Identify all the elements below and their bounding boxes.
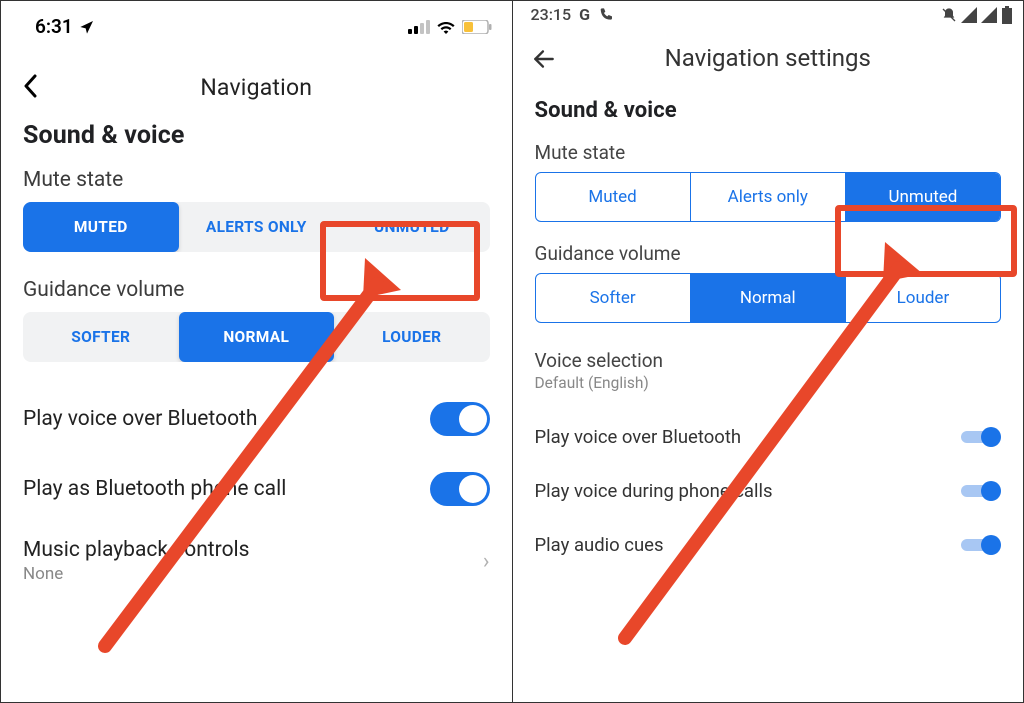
bt-call-toggle[interactable]	[430, 472, 490, 506]
battery-icon	[462, 20, 492, 34]
play-during-calls-row[interactable]: Play voice during phone calls	[513, 464, 1024, 518]
play-over-bluetooth-row[interactable]: Play voice over Bluetooth	[1, 384, 512, 454]
page-title: Navigation	[200, 74, 312, 101]
row-text: Play voice during phone calls	[535, 480, 773, 502]
guidance-volume-selector[interactable]: SOFTER NORMAL LOUDER	[23, 312, 490, 362]
mute-icon	[941, 7, 957, 23]
mute-option-alerts[interactable]: Alerts only	[690, 173, 845, 221]
chevron-left-icon	[23, 74, 37, 98]
ios-time: 6:31	[35, 15, 73, 38]
row-text: Play voice over Bluetooth	[23, 407, 258, 431]
android-time: 23:15	[531, 5, 572, 24]
voice-selection-row[interactable]: Voice selection Default (English)	[513, 343, 1024, 410]
voice-selection-label: Voice selection	[535, 349, 1002, 372]
back-button[interactable]	[531, 46, 557, 76]
phone-calls-toggle[interactable]	[961, 481, 1001, 501]
row-text: Play audio cues	[535, 534, 664, 556]
mute-option-alerts[interactable]: ALERTS ONLY	[179, 202, 335, 252]
section-heading: Sound & voice	[513, 92, 1024, 141]
music-playback-value: None	[23, 564, 250, 584]
music-playback-label: Music playback controls	[23, 538, 250, 562]
guidance-volume-selector[interactable]: Softer Normal Louder	[535, 273, 1002, 323]
volume-option-normal[interactable]: Normal	[690, 274, 845, 322]
signal-icon	[981, 7, 997, 23]
back-button[interactable]	[23, 74, 37, 105]
mute-state-selector[interactable]: Muted Alerts only Unmuted	[535, 172, 1002, 222]
ios-status-bar: 6:31	[1, 1, 512, 44]
ios-screen: 6:31 Navigation Sound & voice Mute state…	[1, 1, 512, 702]
row-text: Play voice over Bluetooth	[535, 426, 742, 448]
mute-option-unmuted[interactable]: UNMUTED	[334, 202, 490, 252]
play-audio-cues-row[interactable]: Play audio cues	[513, 518, 1024, 572]
android-status-bar: 23:15 G	[513, 1, 1024, 24]
mute-state-selector[interactable]: MUTED ALERTS ONLY UNMUTED	[23, 202, 490, 252]
voice-selection-value: Default (English)	[535, 374, 1002, 392]
bluetooth-toggle[interactable]	[430, 402, 490, 436]
volume-option-softer[interactable]: Softer	[536, 274, 690, 322]
mute-option-muted[interactable]: MUTED	[23, 202, 179, 252]
guidance-volume-label: Guidance volume	[513, 242, 1024, 273]
volume-option-louder[interactable]: LOUDER	[334, 312, 490, 362]
google-icon: G	[579, 5, 590, 24]
volume-option-normal[interactable]: NORMAL	[179, 312, 335, 362]
android-nav-header: Navigation settings	[513, 24, 1024, 92]
android-screen: 23:15 G Navigation settings Sound & voic…	[512, 1, 1024, 702]
ios-nav-header: Navigation	[1, 44, 512, 121]
row-text: Play as Bluetooth phone call	[23, 477, 286, 501]
page-title: Navigation settings	[665, 44, 871, 72]
wifi-icon	[436, 20, 456, 34]
guidance-volume-label: Guidance volume	[1, 274, 512, 312]
audio-cues-toggle[interactable]	[961, 535, 1001, 555]
play-over-bluetooth-row[interactable]: Play voice over Bluetooth	[513, 410, 1024, 464]
arrow-left-icon	[531, 46, 557, 72]
mute-option-unmuted[interactable]: Unmuted	[845, 173, 1000, 221]
network-icon	[961, 7, 977, 23]
battery-icon	[1001, 6, 1013, 24]
volume-option-softer[interactable]: SOFTER	[23, 312, 179, 362]
cell-signal-icon	[408, 20, 430, 34]
volume-option-louder[interactable]: Louder	[845, 274, 1000, 322]
bluetooth-toggle[interactable]	[961, 427, 1001, 447]
play-as-bt-call-row[interactable]: Play as Bluetooth phone call	[1, 454, 512, 524]
phone-icon	[598, 7, 614, 23]
location-icon	[79, 19, 95, 35]
mute-state-label: Mute state	[513, 141, 1024, 172]
music-playback-row[interactable]: Music playback controls None ›	[1, 524, 512, 598]
section-heading: Sound & voice	[1, 121, 512, 164]
chevron-right-icon: ›	[483, 549, 490, 574]
mute-option-muted[interactable]: Muted	[536, 173, 690, 221]
mute-state-label: Mute state	[1, 164, 512, 202]
